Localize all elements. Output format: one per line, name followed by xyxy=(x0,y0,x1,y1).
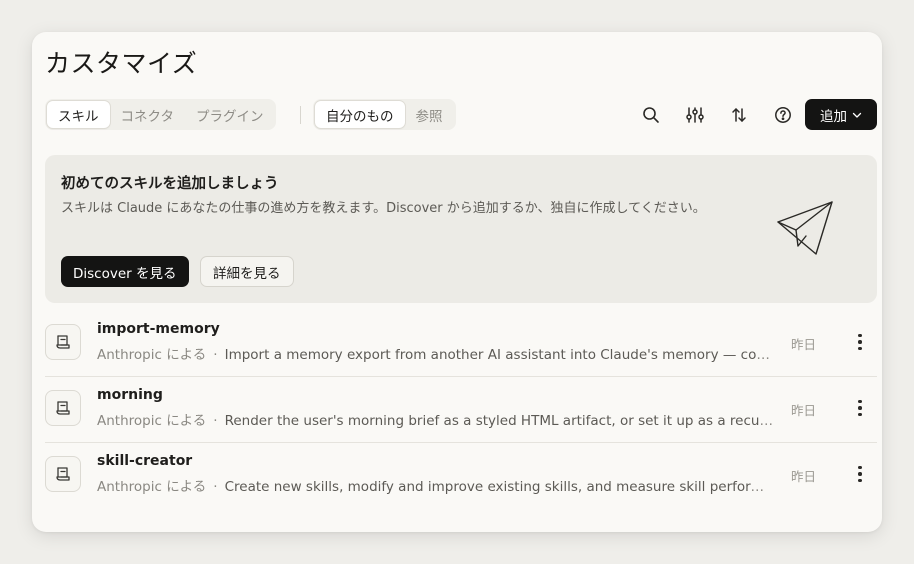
more-options-icon[interactable] xyxy=(851,395,869,421)
skill-date: 昨日 xyxy=(791,337,817,352)
skill-name: skill-creator xyxy=(97,453,193,469)
filter-tabs: 自分のもの 参照 xyxy=(313,99,456,130)
banner-description: スキルは Claude にあなたの仕事の進め方を教えます。Discover から… xyxy=(61,201,706,216)
tab-browse[interactable]: 参照 xyxy=(405,101,454,128)
skill-description: Create new skills, modify and improve ex… xyxy=(224,479,777,495)
skill-description: Render the user's morning brief as a sty… xyxy=(224,413,777,429)
skill-meta: Anthropic による · Import a memory export fro… xyxy=(97,343,777,363)
customize-panel: カスタマイズ スキル コネクタ プラグイン 自分のもの 参照 追加 初めてのスキ… xyxy=(32,32,882,532)
list-item[interactable]: import-memory Anthropic による · Import a mem… xyxy=(45,311,877,377)
tab-skills[interactable]: スキル xyxy=(47,101,110,128)
primary-tabs: スキル コネクタ プラグイン xyxy=(45,99,277,130)
page-title: カスタマイズ xyxy=(45,49,198,78)
skill-author: Anthropic による xyxy=(97,413,207,429)
skill-date: 昨日 xyxy=(791,469,817,484)
help-icon[interactable] xyxy=(770,102,796,128)
meta-separator: · xyxy=(213,347,218,363)
tabs-divider xyxy=(300,106,301,124)
sort-icon[interactable] xyxy=(726,102,752,128)
skill-doc-icon xyxy=(45,390,81,426)
tab-plugins[interactable]: プラグイン xyxy=(185,101,275,128)
add-button[interactable]: 追加 xyxy=(805,99,877,130)
filter-sliders-icon[interactable] xyxy=(682,102,708,128)
more-options-icon[interactable] xyxy=(851,329,869,355)
skill-author: Anthropic による xyxy=(97,479,207,495)
skill-doc-icon xyxy=(45,324,81,360)
skill-date: 昨日 xyxy=(791,403,817,418)
tab-connectors[interactable]: コネクタ xyxy=(110,101,185,128)
paper-plane-icon xyxy=(777,201,833,255)
chevron-down-icon xyxy=(852,112,862,118)
empty-state-banner: 初めてのスキルを追加しましょう スキルは Claude にあなたの仕事の進め方を… xyxy=(45,155,877,303)
more-options-icon[interactable] xyxy=(851,461,869,487)
learn-more-button[interactable]: 詳細を見る xyxy=(200,256,294,287)
meta-separator: · xyxy=(213,413,218,429)
discover-button[interactable]: Discover を見る xyxy=(61,256,189,287)
add-button-label: 追加 xyxy=(820,108,847,125)
skill-meta: Anthropic による · Create new skills, modify … xyxy=(97,475,777,495)
meta-separator: · xyxy=(213,479,218,495)
list-item[interactable]: skill-creator Anthropic による · Create new s… xyxy=(45,443,877,509)
search-icon[interactable] xyxy=(638,102,664,128)
skill-meta: Anthropic による · Render the user's morning … xyxy=(97,409,777,429)
tab-mine[interactable]: 自分のもの xyxy=(315,101,405,128)
skill-name: morning xyxy=(97,387,163,403)
skill-description: Import a memory export from another AI a… xyxy=(224,347,777,363)
skill-doc-icon xyxy=(45,456,81,492)
list-item[interactable]: morning Anthropic による · Render the user's … xyxy=(45,377,877,443)
banner-title: 初めてのスキルを追加しましょう xyxy=(61,176,279,192)
skill-author: Anthropic による xyxy=(97,347,207,363)
skill-name: import-memory xyxy=(97,321,220,337)
